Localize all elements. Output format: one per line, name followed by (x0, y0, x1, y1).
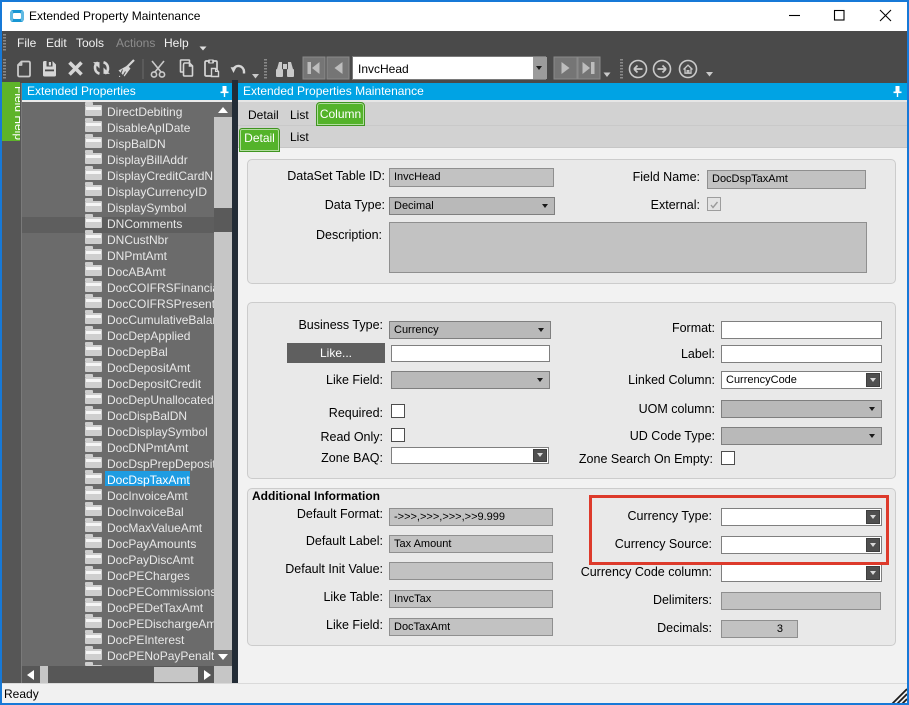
svg-text:Field Help: Field Help (12, 86, 20, 140)
